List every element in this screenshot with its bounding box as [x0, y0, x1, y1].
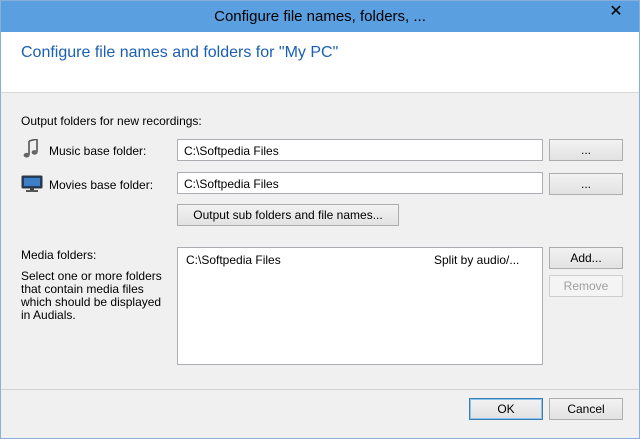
movies-folder-label: Movies base folder:	[49, 178, 154, 192]
window-title: Configure file names, folders, ...	[214, 8, 426, 25]
output-subfolders-button[interactable]: Output sub folders and file names...	[177, 204, 399, 226]
media-folders-label: Media folders:	[21, 248, 97, 262]
dialog-header: Configure file names and folders for "My…	[1, 32, 639, 93]
media-folders-list[interactable]: C:\Softpedia Files Split by audio/...	[177, 247, 543, 365]
music-browse-button[interactable]: ...	[549, 139, 623, 161]
cancel-button[interactable]: Cancel	[549, 398, 623, 420]
music-folder-field[interactable]: C:\Softpedia Files	[177, 139, 543, 161]
folder-mode: Split by audio/...	[434, 253, 520, 267]
add-folder-button[interactable]: Add...	[549, 247, 623, 269]
media-folders-description: Select one or more folders that contain …	[21, 269, 162, 322]
list-item[interactable]: C:\Softpedia Files Split by audio/...	[178, 252, 542, 268]
folder-path: C:\Softpedia Files	[186, 253, 281, 267]
music-folder-label: Music base folder:	[49, 144, 147, 158]
monitor-icon	[21, 175, 43, 192]
ok-button[interactable]: OK	[469, 398, 543, 420]
movies-folder-field[interactable]: C:\Softpedia Files	[177, 172, 543, 194]
close-icon[interactable]: ✕	[603, 1, 629, 23]
output-folders-label: Output folders for new recordings:	[21, 114, 202, 128]
movies-browse-button[interactable]: ...	[549, 173, 623, 195]
remove-folder-button[interactable]: Remove	[549, 275, 623, 297]
title-bar[interactable]: Configure file names, folders, ... ✕	[1, 1, 639, 32]
page-title: Configure file names and folders for "My…	[21, 44, 339, 61]
configure-dialog: Configure file names, folders, ... ✕ Con…	[0, 0, 640, 439]
footer-divider	[1, 389, 639, 390]
music-note-icon	[23, 139, 38, 158]
